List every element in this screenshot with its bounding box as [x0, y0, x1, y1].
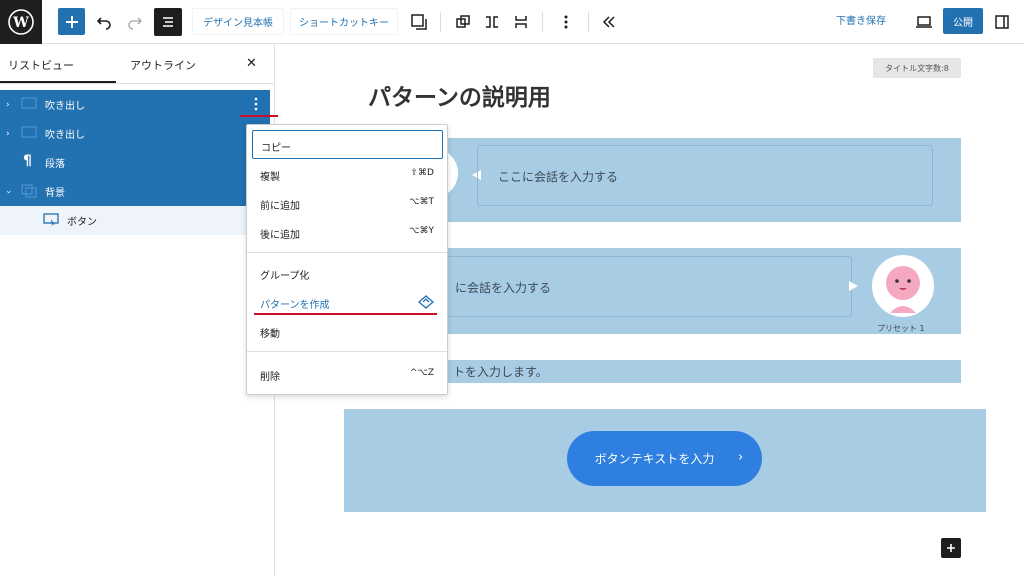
paragraph-text[interactable]: トを入力します。 — [453, 363, 548, 380]
paragraph-icon: ¶ — [23, 153, 32, 169]
bubble-text[interactable]: ここに会話を入力する — [498, 168, 618, 185]
menu-item-delete[interactable]: 削除 ^⌥Z — [247, 361, 447, 387]
svg-text:W: W — [12, 15, 29, 31]
tab-outline[interactable]: アウトライン — [130, 57, 196, 73]
speech-bubble-icon — [21, 97, 37, 109]
redo-button[interactable] — [121, 8, 149, 36]
active-tab-indicator — [0, 81, 116, 83]
chevron-down-icon[interactable]: › — [3, 190, 13, 194]
save-draft-button[interactable]: 下書き保存 — [836, 12, 886, 27]
list-item-label: ボタン — [67, 217, 97, 228]
desktop-icon — [916, 16, 932, 28]
menu-item-copy[interactable]: コピー — [252, 130, 443, 159]
redo-icon — [128, 17, 143, 30]
page-title[interactable]: パターンの説明用 — [368, 78, 551, 112]
menu-item-label: グループ化 — [260, 271, 310, 282]
background-block-icon — [21, 184, 37, 198]
list-item-button[interactable]: ボタン — [0, 206, 270, 235]
character-face-icon — [886, 266, 920, 313]
speech-bubble-icon — [21, 126, 37, 138]
menu-item-group[interactable]: グループ化 — [247, 260, 447, 286]
menu-item-label: 前に追加 — [260, 201, 300, 212]
menu-divider — [247, 252, 447, 253]
add-block-inline-button[interactable] — [941, 538, 961, 558]
transform-block-button[interactable] — [449, 8, 477, 36]
align-horizontal-button[interactable] — [478, 8, 506, 36]
menu-item-label: 削除 — [260, 372, 280, 383]
toolbar-divider — [588, 12, 589, 32]
wordpress-logo-icon[interactable]: W — [0, 0, 42, 44]
menu-divider — [247, 351, 447, 352]
avatar-name: プリセット 1 — [877, 324, 925, 333]
menu-item-label: 後に追加 — [260, 230, 300, 241]
double-chevron-left-icon — [602, 16, 615, 28]
chevron-right-icon[interactable]: › — [6, 100, 10, 110]
menu-item-move[interactable]: 移動 — [247, 318, 447, 344]
shortcut-hint: ⌥⌘Y — [409, 226, 434, 236]
preview-button[interactable] — [910, 8, 938, 36]
menu-item-label: 移動 — [260, 329, 280, 340]
justify-horizontal-icon — [486, 16, 498, 28]
undo-button[interactable] — [90, 8, 118, 36]
block-options-button[interactable] — [552, 8, 580, 36]
pattern-icon — [418, 295, 434, 309]
block-options-menu: コピー 複製 ⇧⌘D 前に追加 ⌥⌘T 後に追加 ⌥⌘Y グループ化 パターンを… — [246, 124, 448, 395]
sidebar-tabs: リストビュー アウトライン ✕ — [0, 44, 275, 84]
chevron-right-icon[interactable]: › — [6, 129, 10, 139]
design-sample-button[interactable]: デザイン見本帳 — [192, 8, 284, 35]
menu-item-label: コピー — [261, 143, 291, 154]
cta-button[interactable]: ボタンテキストを入力 — [567, 431, 762, 486]
menu-item-insert-after[interactable]: 後に追加 ⌥⌘Y — [247, 219, 447, 245]
toolbar-divider — [440, 12, 441, 32]
copy-icon — [411, 14, 427, 30]
undo-icon — [96, 17, 111, 30]
shortcut-hint: ⇧⌘D — [410, 168, 434, 178]
menu-item-insert-before[interactable]: 前に追加 ⌥⌘T — [247, 190, 447, 216]
shortcut-keys-button[interactable]: ショートカットキー — [290, 8, 398, 35]
menu-item-label: パターンを作成 — [260, 300, 330, 311]
cta-button-label: ボタンテキストを入力 — [594, 452, 715, 466]
copy-styles-button[interactable] — [405, 8, 433, 36]
align-vertical-button[interactable] — [507, 8, 535, 36]
list-item-label: 吹き出し — [45, 101, 85, 112]
justify-vertical-icon — [515, 16, 527, 28]
highlight-underline — [240, 115, 278, 117]
list-item-paragraph[interactable]: ¶ 段落 — [0, 148, 270, 177]
plus-icon — [947, 544, 955, 552]
chevron-right-icon: › — [738, 450, 744, 465]
shortcut-hint: ⌥⌘T — [409, 197, 434, 207]
bubble-pointer-icon — [849, 281, 858, 291]
add-block-button[interactable] — [58, 8, 85, 35]
button-block-icon — [43, 213, 59, 226]
list-item-speech-bubble[interactable]: › 吹き出し — [0, 119, 270, 148]
list-item-label: 背景 — [45, 188, 65, 199]
list-view-button[interactable] — [154, 8, 182, 36]
menu-item-duplicate[interactable]: 複製 ⇧⌘D — [247, 161, 447, 187]
list-view-sidebar: リストビュー アウトライン ✕ › 吹き出し › 吹き出し ¶ 段落 › 背景 … — [0, 44, 275, 576]
menu-item-create-pattern[interactable]: パターンを作成 — [247, 289, 447, 315]
title-char-count-badge: タイトル文字数:8 — [873, 58, 961, 78]
collapse-toolbar-button[interactable] — [595, 8, 623, 36]
highlight-underline — [254, 313, 437, 315]
vertical-ellipsis-icon — [564, 15, 568, 29]
settings-sidebar-button[interactable] — [988, 8, 1016, 36]
list-view-icon — [163, 17, 173, 27]
list-item-speech-bubble[interactable]: › 吹き出し — [0, 90, 270, 119]
more-options-icon[interactable] — [250, 96, 262, 112]
menu-item-label: 複製 — [260, 172, 280, 183]
list-item-label: 段落 — [45, 159, 65, 170]
top-toolbar: W デザイン見本帳 ショートカットキー 下書き保存 公開 — [0, 0, 1024, 44]
plus-icon — [65, 15, 78, 28]
list-item-label: 吹き出し — [45, 130, 85, 141]
avatar — [872, 255, 934, 317]
tab-list-view[interactable]: リストビュー — [8, 57, 74, 73]
publish-button[interactable]: 公開 — [943, 8, 983, 34]
shortcut-hint: ^⌥Z — [409, 368, 434, 378]
overlap-icon — [456, 15, 470, 28]
list-item-background[interactable]: › 背景 — [0, 177, 270, 206]
sidebar-icon — [995, 15, 1009, 29]
close-icon[interactable]: ✕ — [246, 56, 257, 71]
toolbar-divider — [542, 12, 543, 32]
bubble-text[interactable]: に会話を入力する — [455, 279, 551, 296]
